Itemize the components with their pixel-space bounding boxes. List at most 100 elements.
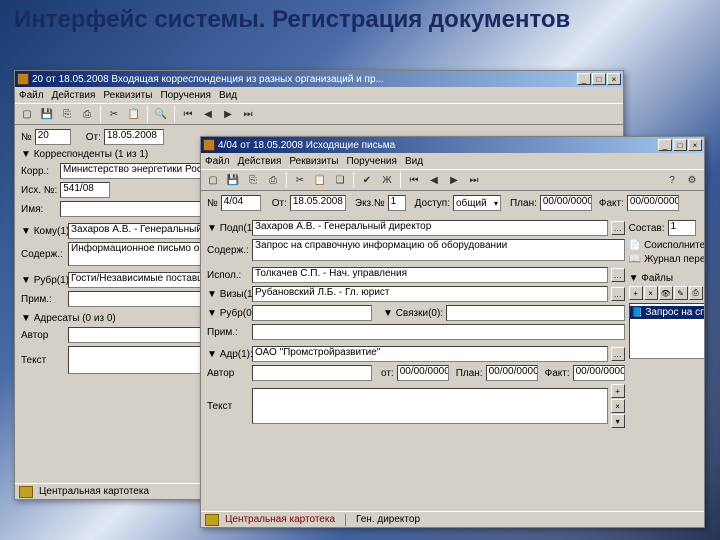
menu-actions[interactable]: Действия (52, 90, 96, 101)
isp-label: Испол.: (207, 270, 249, 281)
journal-icon[interactable]: 📖 (629, 254, 641, 265)
from-input[interactable]: 18.05.2008 (290, 195, 346, 211)
bottom-from-input[interactable]: 00/00/0000 (397, 365, 449, 381)
lookup-button[interactable]: … (611, 287, 625, 301)
minimize-button[interactable]: _ (658, 139, 672, 151)
minimize-button[interactable]: _ (577, 73, 591, 85)
tool-paste-icon[interactable]: 📋 (311, 171, 329, 189)
tool-extra-icon[interactable]: ⚙ (683, 171, 701, 189)
files-list[interactable]: 📘 Запрос на справочную инф (629, 303, 704, 359)
bottom-fact-input[interactable]: 00/00/0000 (573, 365, 625, 381)
file-item[interactable]: 📘 Запрос на справочную инф (630, 306, 704, 319)
access-select[interactable]: общий (453, 195, 501, 211)
tool-paste-icon[interactable]: 📋 (125, 105, 143, 123)
fact-input[interactable]: 00/00/0000 (627, 195, 679, 211)
comp-input[interactable]: 1 (668, 220, 696, 236)
link-input[interactable] (446, 305, 625, 321)
tool-stamp-icon[interactable]: ❏ (331, 171, 349, 189)
file-scan-icon[interactable]: ⎙ (689, 286, 703, 300)
rubr-input[interactable] (252, 305, 372, 321)
file-view-icon[interactable]: 👁 (659, 286, 673, 300)
app-icon (17, 73, 29, 85)
folder-icon (205, 514, 219, 526)
maximize-button[interactable]: □ (673, 139, 687, 151)
author-input[interactable] (252, 365, 372, 381)
author-input[interactable] (68, 327, 206, 343)
lookup-button[interactable]: … (611, 347, 625, 361)
tool-bold-icon[interactable]: Ж (378, 171, 396, 189)
menu-view[interactable]: Вид (219, 90, 237, 101)
menu-props[interactable]: Реквизиты (289, 156, 338, 167)
tool-copy-icon[interactable]: ⎘ (58, 105, 76, 123)
tool-print-icon[interactable]: ⎙ (264, 171, 282, 189)
tool-save-icon[interactable]: 💾 (224, 171, 242, 189)
menu-props[interactable]: Реквизиты (103, 90, 152, 101)
menu-file[interactable]: Файл (205, 156, 230, 167)
tool-cut-icon[interactable]: ✂ (105, 105, 123, 123)
tool-find-icon[interactable]: 🔍 (152, 105, 170, 123)
tool-new-icon[interactable]: ▢ (204, 171, 222, 189)
tool-check-icon[interactable]: ✔ (358, 171, 376, 189)
side-jur[interactable]: Журнал передачи (644, 254, 704, 265)
vizy-input[interactable]: Рубановский Л.Б. - Гл. юрист (252, 286, 608, 302)
name-input[interactable] (60, 201, 210, 217)
from-input[interactable]: 18.05.2008 (104, 129, 164, 145)
prim-input[interactable] (252, 324, 625, 340)
tool-print-icon[interactable]: ⎙ (78, 105, 96, 123)
tool-last-icon[interactable]: ⏭ (465, 171, 483, 189)
bottom-plan-input[interactable]: 00/00/0000 (486, 365, 538, 381)
num-input[interactable]: 20 (35, 129, 71, 145)
rubr-input[interactable]: Гости/Независимые поставщик (68, 272, 206, 288)
text-area[interactable] (68, 346, 206, 374)
close-button[interactable]: × (688, 139, 702, 151)
toolbar: ▢ 💾 ⎘ ⎙ ✂ 📋 ❏ ✔ Ж ⏮ ◀ ▶ ⏭ ? ⚙ (201, 169, 704, 191)
titlebar-back[interactable]: 20 от 18.05.2008 Входящая корреспонденци… (15, 71, 623, 87)
file-del-icon[interactable]: × (644, 286, 658, 300)
titlebar-front[interactable]: 4/04 от 18.05.2008 Исходящие письма _ □ … (201, 137, 704, 153)
lookup-button[interactable]: … (611, 221, 625, 235)
close-button[interactable]: × (607, 73, 621, 85)
menu-assign[interactable]: Поручения (160, 90, 211, 101)
isp-input[interactable]: Толкачев С.П. - Нач. управления (252, 267, 608, 283)
menu-assign[interactable]: Поручения (346, 156, 397, 167)
num-input[interactable]: 4/04 (221, 195, 261, 211)
tool-first-icon[interactable]: ⏮ (405, 171, 423, 189)
tool-cut-icon[interactable]: ✂ (291, 171, 309, 189)
maximize-button[interactable]: □ (592, 73, 606, 85)
plan-input[interactable]: 00/00/0000 (540, 195, 592, 211)
podp-input[interactable]: Захаров А.В. - Генеральный директор (252, 220, 608, 236)
tool-copy-icon[interactable]: ⎘ (244, 171, 262, 189)
who-input[interactable]: Захаров А.В. - Генеральный директор (68, 223, 206, 239)
who-label: ▼ Кому(1): (21, 226, 65, 237)
text-area[interactable] (252, 388, 608, 424)
tool-next-icon[interactable]: ▶ (445, 171, 463, 189)
file-edit-icon[interactable]: ✎ (674, 286, 688, 300)
del-button[interactable]: × (611, 399, 625, 413)
tool-first-icon[interactable]: ⏮ (179, 105, 197, 123)
adr-label: ▼ Адр(1): (207, 349, 249, 360)
down-button[interactable]: ▾ (611, 414, 625, 428)
lookup-button[interactable]: … (611, 268, 625, 282)
tool-next-icon[interactable]: ▶ (219, 105, 237, 123)
menu-file[interactable]: Файл (19, 90, 44, 101)
tool-prev-icon[interactable]: ◀ (199, 105, 217, 123)
status-text: Центральная картотека (39, 486, 149, 497)
menu-view[interactable]: Вид (405, 156, 423, 167)
adr-input[interactable]: ОАО "Промстройразвитие" (252, 346, 608, 362)
tool-last-icon[interactable]: ⏭ (239, 105, 257, 123)
tool-prev-icon[interactable]: ◀ (425, 171, 443, 189)
tool-help-icon[interactable]: ? (663, 171, 681, 189)
add-button[interactable]: + (611, 384, 625, 398)
side-sogl[interactable]: Соисполнители (0) (644, 240, 704, 251)
doc-icon[interactable]: 📄 (629, 240, 641, 251)
menu-actions[interactable]: Действия (238, 156, 282, 167)
tool-save-icon[interactable]: 💾 (38, 105, 56, 123)
tool-new-icon[interactable]: ▢ (18, 105, 36, 123)
exemp-input[interactable]: 1 (388, 195, 406, 211)
ish-input[interactable]: 541/08 (60, 182, 110, 198)
prim-input[interactable] (68, 291, 206, 307)
cont-input[interactable]: Запрос на справочную информацию об обору… (252, 239, 625, 261)
cont-input[interactable]: Информационное письмо о (68, 242, 206, 266)
corr-input[interactable]: Министерство энергетики России, Российск (60, 163, 210, 179)
file-add-icon[interactable]: + (629, 286, 643, 300)
